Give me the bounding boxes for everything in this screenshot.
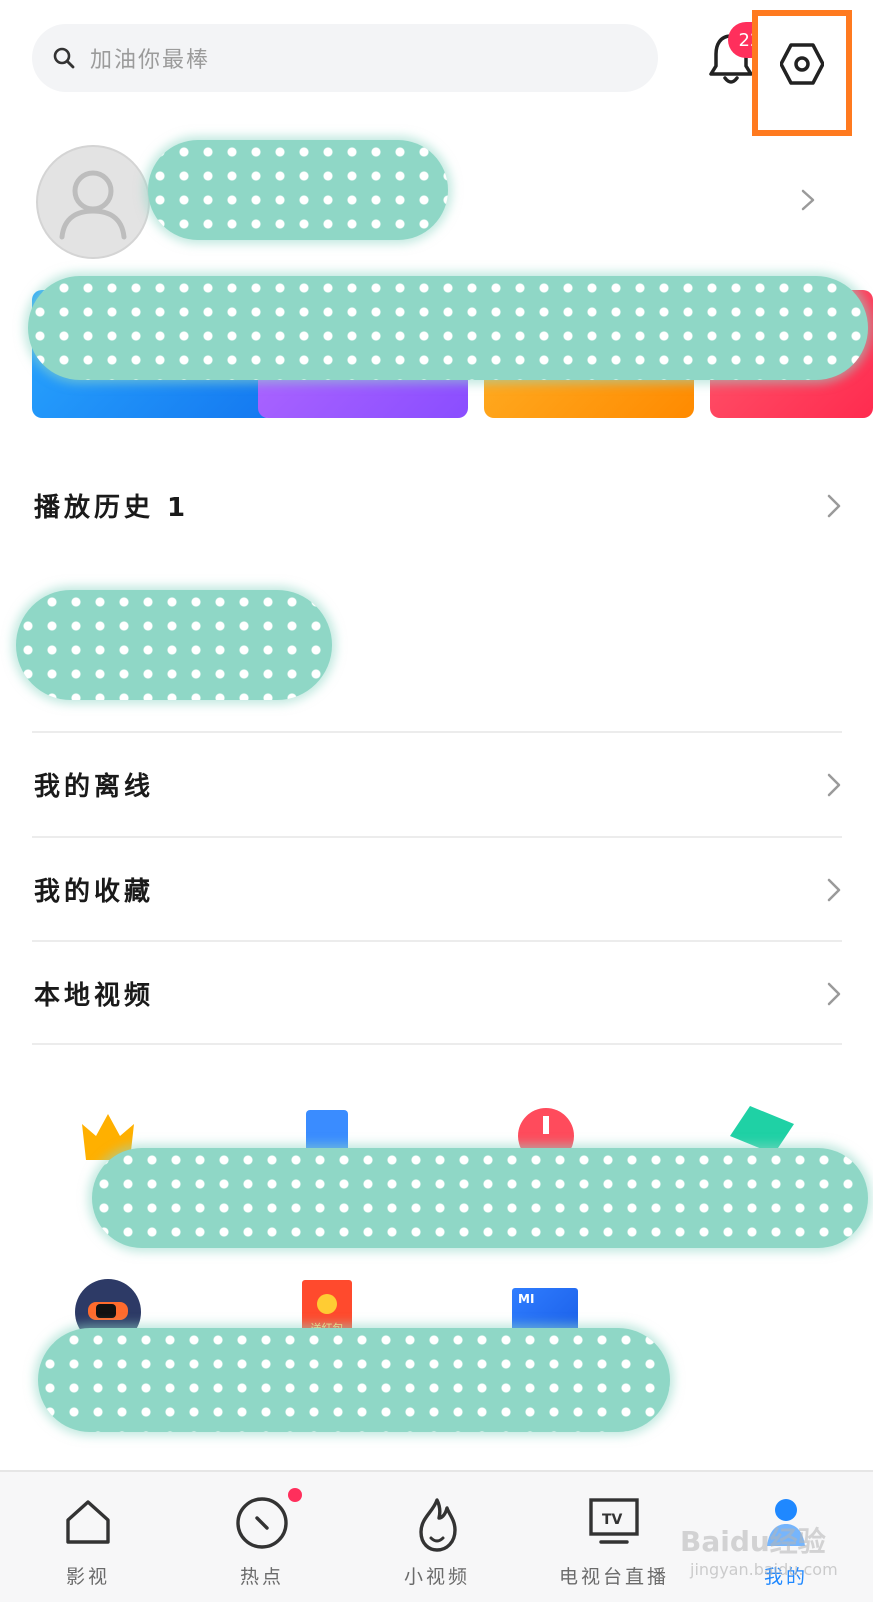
nav-hot-dot — [288, 1488, 302, 1502]
nav-label: 小视频 — [403, 1566, 470, 1588]
nav-tab-tv-live[interactable]: TV 电视台直播 — [542, 1488, 686, 1592]
redacted-username — [148, 140, 448, 240]
user-placeholder-icon — [59, 170, 127, 240]
watermark: Baidu经验 — [680, 1525, 826, 1558]
divider — [32, 940, 842, 942]
tv-icon: TV — [589, 1498, 639, 1544]
redacted-history-thumb — [16, 590, 332, 700]
flame-icon — [419, 1498, 457, 1552]
home-icon — [66, 1500, 110, 1544]
nav-tab-home[interactable]: 影视 — [18, 1488, 158, 1592]
mi-card-label: MI — [518, 1292, 535, 1306]
nav-label: 电视台直播 — [558, 1566, 669, 1588]
nav-label: 热点 — [239, 1566, 284, 1588]
chevron-right-icon[interactable] — [826, 772, 842, 798]
search-bar[interactable]: 加油你最棒 — [32, 24, 658, 92]
redacted-icon-labels — [92, 1148, 868, 1248]
divider — [32, 731, 842, 733]
svg-text:TV: TV — [602, 1512, 623, 1528]
chevron-right-icon[interactable] — [800, 188, 816, 212]
settings-button[interactable] — [752, 10, 852, 136]
local-video-label[interactable]: 本地视频 — [34, 975, 154, 1012]
nav-label: 影视 — [65, 1566, 110, 1588]
divider — [32, 836, 842, 838]
search-placeholder: 加油你最棒 — [90, 48, 211, 73]
chevron-right-icon[interactable] — [826, 493, 842, 519]
chevron-right-icon[interactable] — [826, 981, 842, 1007]
divider — [32, 1043, 842, 1045]
offline-label[interactable]: 我的离线 — [34, 766, 154, 803]
watermark-url: jingyan.baidu.com — [690, 1560, 838, 1579]
chevron-right-icon[interactable] — [826, 877, 842, 903]
nav-tab-short-video[interactable]: 小视频 — [367, 1488, 507, 1592]
settings-hexagon-icon — [780, 43, 824, 85]
avatar[interactable] — [36, 145, 150, 259]
redacted-icon-labels-2 — [38, 1328, 670, 1432]
favorites-label[interactable]: 我的收藏 — [34, 871, 154, 908]
redacted-cards — [28, 276, 868, 380]
search-icon — [53, 47, 75, 69]
nav-tab-hot[interactable]: 热点 — [192, 1488, 332, 1592]
play-history-label[interactable]: 播放历史 1 — [34, 487, 189, 524]
compass-icon — [236, 1497, 288, 1549]
